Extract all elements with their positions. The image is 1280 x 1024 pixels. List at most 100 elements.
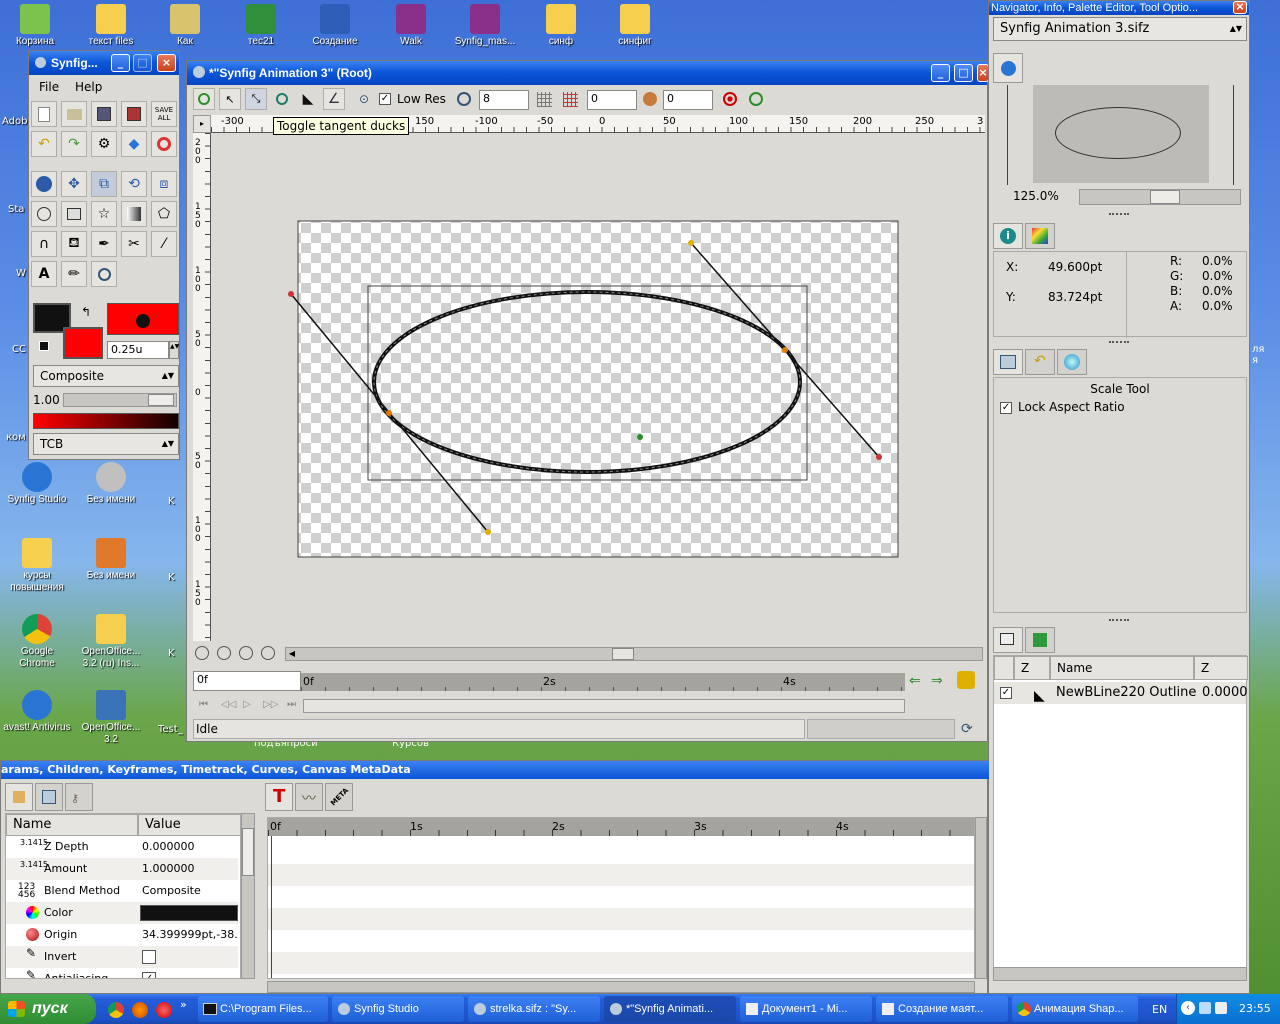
text-tool-button[interactable]: A (31, 261, 57, 287)
toggle-tangent-ducks-button[interactable]: ⤡ (245, 88, 267, 110)
desktop-icon-sinfig[interactable]: синфиг (600, 4, 670, 48)
seek-end-icon[interactable]: ⏭ (287, 699, 296, 710)
record-icon[interactable] (723, 92, 737, 106)
work-area[interactable]: Toggle tangent ducks (211, 117, 985, 641)
brush-preview[interactable] (107, 303, 179, 335)
swap-colors-icon[interactable]: ↰ (81, 305, 91, 319)
tangent-duck[interactable] (876, 454, 882, 460)
layer-visible-checkbox[interactable]: ✓ (1000, 687, 1012, 699)
panel-divider[interactable] (1109, 213, 1129, 217)
desktop-icon-chrome[interactable]: Google Chrome (2, 614, 72, 670)
desktop-icon-word[interactable]: Создание (300, 4, 370, 48)
cutout-tool-button[interactable]: ✂ (121, 231, 147, 257)
task-chrome[interactable]: Анимация Shap... (1012, 996, 1138, 1022)
zoom-in-icon[interactable] (195, 646, 209, 660)
tray-expand-icon[interactable]: ‹ (1181, 1001, 1195, 1015)
desktop-icon-excel[interactable]: тес21 (226, 4, 296, 48)
past-onion-spin[interactable]: 0 (587, 90, 637, 110)
toggle-ducks-button[interactable] (193, 88, 215, 110)
table-row[interactable]: 3.1415 Amount 1.000000 (6, 858, 238, 880)
timetrack-hscrollbar[interactable] (267, 981, 975, 993)
tangent-duck[interactable] (288, 291, 294, 297)
meta-tab[interactable]: META (325, 783, 353, 811)
toggle-angle-ducks-button[interactable]: ∠ (323, 88, 345, 110)
params-scroll-thumb[interactable] (242, 828, 254, 876)
quicklaunch-more-icon[interactable]: » (180, 998, 187, 1011)
library-panel-tab[interactable] (1025, 627, 1055, 653)
toolbox-minimize-button[interactable]: _ (111, 54, 130, 72)
layers-col-name[interactable]: Name (1050, 656, 1194, 680)
vertex-duck[interactable] (782, 347, 788, 353)
panel-divider[interactable] (1109, 341, 1129, 345)
interpolation-combo[interactable]: TCB ▲▼ (33, 433, 179, 455)
zoom-fit-icon[interactable] (239, 646, 253, 660)
opacity-slider[interactable] (63, 393, 177, 407)
rotate-tool-button[interactable]: ⟲ (121, 171, 147, 197)
history-tab[interactable]: ↶ (1025, 349, 1055, 375)
desktop-icon-kak[interactable]: Как (150, 4, 220, 48)
brush-size-spin-icon[interactable]: ▲▼ (169, 341, 179, 359)
toggle-width-ducks-button[interactable]: ◣ (297, 88, 319, 110)
prev-frame-icon[interactable]: ◁◁ (221, 699, 236, 710)
toolbox-close-button[interactable]: × (157, 54, 176, 72)
onion-skin-icon[interactable] (643, 92, 657, 106)
time-field[interactable]: 0f (193, 671, 301, 691)
panel-divider[interactable] (1109, 619, 1129, 623)
info-tab[interactable]: i (993, 223, 1023, 249)
palette-tab[interactable] (1025, 223, 1055, 249)
mirror-tool-button[interactable]: ⧈ (151, 171, 177, 197)
layer-row[interactable]: ✓ ◣ NewBLine220 Outline 0.0000 (994, 682, 1248, 704)
zoom-out-icon[interactable] (217, 646, 231, 660)
draw-tool-button[interactable]: ✒ (91, 231, 117, 257)
lock-keyframe-icon[interactable] (957, 671, 975, 689)
desktop-icon-avast[interactable]: avast! Antivirus (2, 690, 72, 734)
blend-method-combo[interactable]: Composite ▲▼ (33, 365, 179, 387)
table-row[interactable]: Origin 34.399999pt,-38. (6, 924, 238, 946)
fill-color-swatch[interactable] (63, 327, 103, 359)
polygon-tool-button[interactable]: ⬠ (151, 201, 177, 227)
vertex-duck[interactable] (386, 410, 392, 416)
lock-aspect-checkbox[interactable]: ✓ (1000, 402, 1012, 414)
save-as-button[interactable] (121, 101, 147, 127)
star-tool-button[interactable]: ☆ (91, 201, 117, 227)
toolbox-maximize-button[interactable]: □ (133, 54, 152, 72)
params-col-value[interactable]: Value (138, 814, 240, 836)
zoom-tool-button[interactable] (91, 261, 117, 287)
next-frame-icon[interactable]: ▷▷ (263, 699, 278, 710)
tray-network-icon[interactable] (1199, 1002, 1211, 1014)
zoom-reset-icon[interactable] (261, 646, 275, 660)
start-button[interactable]: пуск (0, 994, 96, 1024)
horizontal-scrollbar[interactable]: ◀ (285, 647, 983, 661)
play-button-icon[interactable]: ▷ (243, 699, 251, 710)
time-scrollbar[interactable] (303, 699, 905, 713)
timetrack-ruler[interactable]: 0f 1s 2s 3s 4s (268, 818, 974, 836)
tray-volume-icon[interactable] (1215, 1002, 1227, 1014)
table-row[interactable]: 3.1415 Z Depth 0.000000 (6, 836, 238, 858)
desktop-icon-walk[interactable]: Walk (376, 4, 446, 48)
layers-col-z[interactable]: Z (1014, 656, 1050, 680)
color-value-swatch[interactable] (140, 905, 238, 921)
refresh-icon[interactable]: ⟳ (961, 721, 973, 737)
layers-col-z2[interactable]: Z (1194, 656, 1248, 680)
layers-col-check[interactable] (994, 656, 1014, 680)
curves-tab[interactable]: 〰 (295, 783, 323, 811)
desktop-icon-kursy[interactable]: курсы повышения (2, 538, 72, 594)
save-all-button[interactable]: SAVE ALL (151, 101, 177, 127)
layers-hscrollbar[interactable] (993, 967, 1247, 981)
navigator-tab[interactable] (993, 53, 1023, 83)
fill-tool-button[interactable]: ⛾ (61, 231, 87, 257)
transform-tool-button[interactable] (31, 171, 57, 197)
canvas-drawing[interactable] (211, 133, 985, 641)
toggle-radius-ducks-button[interactable] (271, 88, 293, 110)
sketch-tool-button[interactable]: ✏ (61, 261, 87, 287)
canvas-titlebar[interactable]: *"Synfig Animation 3" (Root) (187, 61, 987, 85)
right-panel-close-button[interactable]: × (1233, 1, 1247, 14)
tangent-duck[interactable] (485, 529, 491, 535)
language-indicator[interactable]: EN (1152, 1003, 1167, 1016)
scroll-left-arrow[interactable]: ◀ (286, 648, 298, 660)
quicklaunch-firefox-icon[interactable] (132, 1002, 148, 1018)
table-row[interactable]: 123 456 Blend Method Composite (6, 880, 238, 902)
task-synfig-animation[interactable]: *"Synfig Animati... (604, 996, 736, 1022)
timetrack-tab[interactable]: T (265, 783, 293, 811)
show-grid-icon[interactable] (537, 92, 552, 107)
